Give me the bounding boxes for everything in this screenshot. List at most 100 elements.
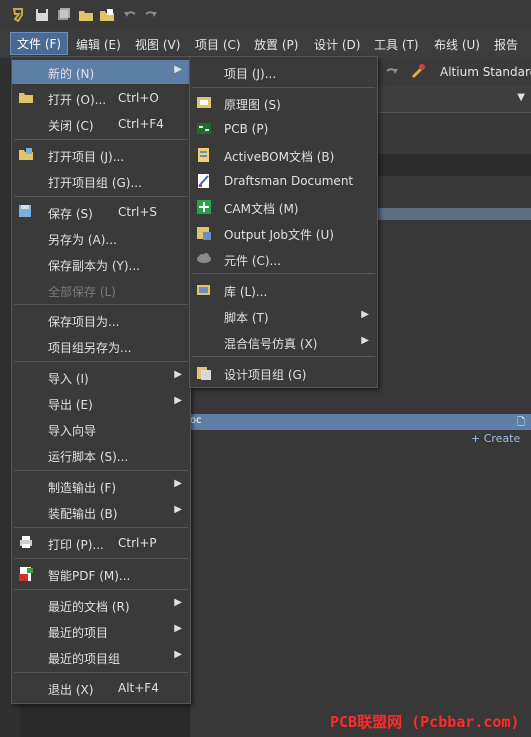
- chevron-down-icon: ▼: [517, 92, 525, 103]
- menu-item-label: 元件 (C)...: [224, 254, 282, 268]
- menu-divider: [14, 589, 188, 590]
- menu-item-assembly-outputs[interactable]: 装配输出 (B) ▶: [12, 500, 190, 524]
- project-group-icon: [196, 365, 212, 381]
- shortcut-label: Ctrl+O: [118, 91, 159, 105]
- selected-document-row[interactable]: oc 🗋: [190, 414, 531, 430]
- menu-item-label: 项目 (J)...: [224, 67, 277, 81]
- menu-item-label: 新的 (N): [48, 67, 95, 81]
- menu-design[interactable]: 设计 (D): [314, 36, 360, 53]
- submenu-arrow-icon: ▶: [174, 369, 182, 380]
- menu-item-open-project[interactable]: 打开项目 (J)...: [12, 143, 190, 167]
- menu-item-save-as[interactable]: 另存为 (A)...: [12, 226, 190, 250]
- submenu-arrow-icon: ▶: [174, 597, 182, 608]
- save-icon[interactable]: [34, 7, 50, 23]
- menu-item-smart-pdf[interactable]: 智能PDF (M)...: [12, 562, 190, 586]
- save-all-icon[interactable]: [56, 7, 72, 23]
- menu-view[interactable]: 视图 (V): [135, 36, 180, 53]
- new-submenu: 项目 (J)... 原理图 (S) PCB (P) ActiveBOM文档 (B…: [189, 56, 378, 388]
- menu-item-label: ActiveBOM文档 (B): [224, 150, 335, 164]
- submenu-item-activebom[interactable]: ActiveBOM文档 (B): [190, 142, 377, 168]
- menu-item-label: 导入向导: [48, 424, 97, 438]
- menu-item-export[interactable]: 导出 (E) ▶: [12, 391, 190, 415]
- shortcut-label: Ctrl+S: [118, 205, 158, 219]
- menu-item-label: 打印 (P)...: [48, 538, 104, 552]
- menu-item-open[interactable]: 打开 (O)... Ctrl+O: [12, 86, 190, 110]
- menu-item-import-wizard[interactable]: 导入向导: [12, 417, 190, 441]
- menu-item-run-script[interactable]: 运行脚本 (S)...: [12, 443, 190, 467]
- menu-item-recent-projects[interactable]: 最近的项目 ▶: [12, 619, 190, 643]
- menu-item-print[interactable]: 打印 (P)... Ctrl+P: [12, 531, 190, 555]
- menu-item-label: 装配输出 (B): [48, 507, 118, 521]
- library-icon: [196, 282, 212, 298]
- shortcut-label: Ctrl+F4: [118, 117, 164, 131]
- menu-item-label: Output Job文件 (U): [224, 228, 334, 242]
- menu-item-label: 原理图 (S): [224, 98, 281, 112]
- menu-item-recent-project-groups[interactable]: 最近的项目组 ▶: [12, 645, 190, 669]
- submenu-item-pcb[interactable]: PCB (P): [190, 116, 377, 142]
- menu-item-label: 保存副本为 (Y)...: [48, 259, 140, 273]
- menu-item-save-project-group-as[interactable]: 项目组另存为...: [12, 334, 190, 358]
- redo-icon[interactable]: [143, 7, 159, 23]
- submenu-item-cam[interactable]: CAM文档 (M): [190, 194, 377, 220]
- menu-item-label: 打开项目 (J)...: [48, 150, 125, 164]
- quick-access-toolbar: [0, 0, 531, 30]
- menu-edit[interactable]: 编辑 (E): [76, 36, 121, 53]
- submenu-item-script[interactable]: 脚本 (T) ▶: [190, 303, 377, 329]
- menu-item-import[interactable]: 导入 (I) ▶: [12, 365, 190, 389]
- submenu-item-output-job[interactable]: Output Job文件 (U): [190, 220, 377, 246]
- submenu-item-library[interactable]: 库 (L)...: [190, 277, 377, 303]
- menu-divider: [14, 361, 188, 362]
- submenu-arrow-icon: ▶: [174, 504, 182, 515]
- submenu-item-schematic[interactable]: 原理图 (S): [190, 90, 377, 116]
- menu-route[interactable]: 布线 (U): [434, 36, 480, 53]
- submenu-item-draftsman[interactable]: Draftsman Document: [190, 168, 377, 194]
- submenu-item-component[interactable]: 元件 (C)...: [190, 246, 377, 272]
- submenu-item-project[interactable]: 项目 (J)...: [190, 59, 377, 85]
- menu-item-label: 退出 (X): [48, 683, 94, 697]
- menu-item-save-project-as[interactable]: 保存项目为...: [12, 308, 190, 332]
- menu-item-new[interactable]: 新的 (N) ▶: [12, 60, 190, 84]
- cloud-component-icon: [196, 251, 212, 267]
- save-icon: [18, 204, 34, 220]
- open-folder-icon[interactable]: [78, 7, 94, 23]
- menu-item-label: 项目组另存为...: [48, 341, 132, 355]
- menu-item-label: 打开项目组 (G)...: [48, 176, 142, 190]
- output-job-icon: [196, 225, 212, 241]
- menu-item-fabrication-outputs[interactable]: 制造输出 (F) ▶: [12, 474, 190, 498]
- menu-file[interactable]: 文件 (F): [10, 32, 69, 55]
- panel-dropdown[interactable]: ▼: [376, 86, 531, 113]
- menu-item-label: 保存项目为...: [48, 315, 120, 329]
- menu-divider: [14, 558, 188, 559]
- menu-place[interactable]: 放置 (P): [254, 36, 298, 53]
- menu-item-recent-documents[interactable]: 最近的文档 (R) ▶: [12, 593, 190, 617]
- draftsman-icon: [196, 173, 212, 189]
- menu-tools[interactable]: 工具 (T): [374, 36, 419, 53]
- create-link[interactable]: + Create: [471, 432, 520, 445]
- menu-item-label: 另存为 (A)...: [48, 233, 117, 247]
- menu-item-save-copy-as[interactable]: 保存副本为 (Y)...: [12, 252, 190, 276]
- submenu-arrow-icon: ▶: [361, 335, 369, 346]
- undo-icon[interactable]: [122, 7, 138, 23]
- menu-item-label: CAM文档 (M): [224, 202, 299, 216]
- menu-item-close[interactable]: 关闭 (C) Ctrl+F4: [12, 112, 190, 136]
- smart-pdf-icon: [18, 566, 34, 582]
- menu-item-label: 运行脚本 (S)...: [48, 450, 129, 464]
- shortcut-label: Alt+F4: [118, 681, 159, 695]
- menu-item-exit[interactable]: 退出 (X) Alt+F4: [12, 676, 190, 700]
- redo-toolbar-icon[interactable]: [384, 64, 400, 81]
- menu-item-open-project-group[interactable]: 打开项目组 (G)...: [12, 169, 190, 193]
- menu-reports[interactable]: 报告: [494, 36, 518, 53]
- submenu-arrow-icon: ▶: [361, 309, 369, 320]
- menu-project[interactable]: 项目 (C): [195, 36, 241, 53]
- submenu-arrow-icon: ▶: [174, 478, 182, 489]
- open-project-icon[interactable]: [99, 7, 115, 23]
- menu-item-label: 智能PDF (M)...: [48, 569, 131, 583]
- app-logo-icon[interactable]: [10, 7, 26, 23]
- menu-divider: [14, 304, 188, 305]
- submenu-item-design-project-group[interactable]: 设计项目组 (G): [190, 360, 377, 386]
- printer-icon: [18, 535, 34, 551]
- submenu-item-mixed-signal-sim[interactable]: 混合信号仿真 (X) ▶: [190, 329, 377, 355]
- pcb-icon: [196, 121, 212, 137]
- menu-item-save[interactable]: 保存 (S) Ctrl+S: [12, 200, 190, 224]
- menu-item-label: 最近的文档 (R): [48, 600, 130, 614]
